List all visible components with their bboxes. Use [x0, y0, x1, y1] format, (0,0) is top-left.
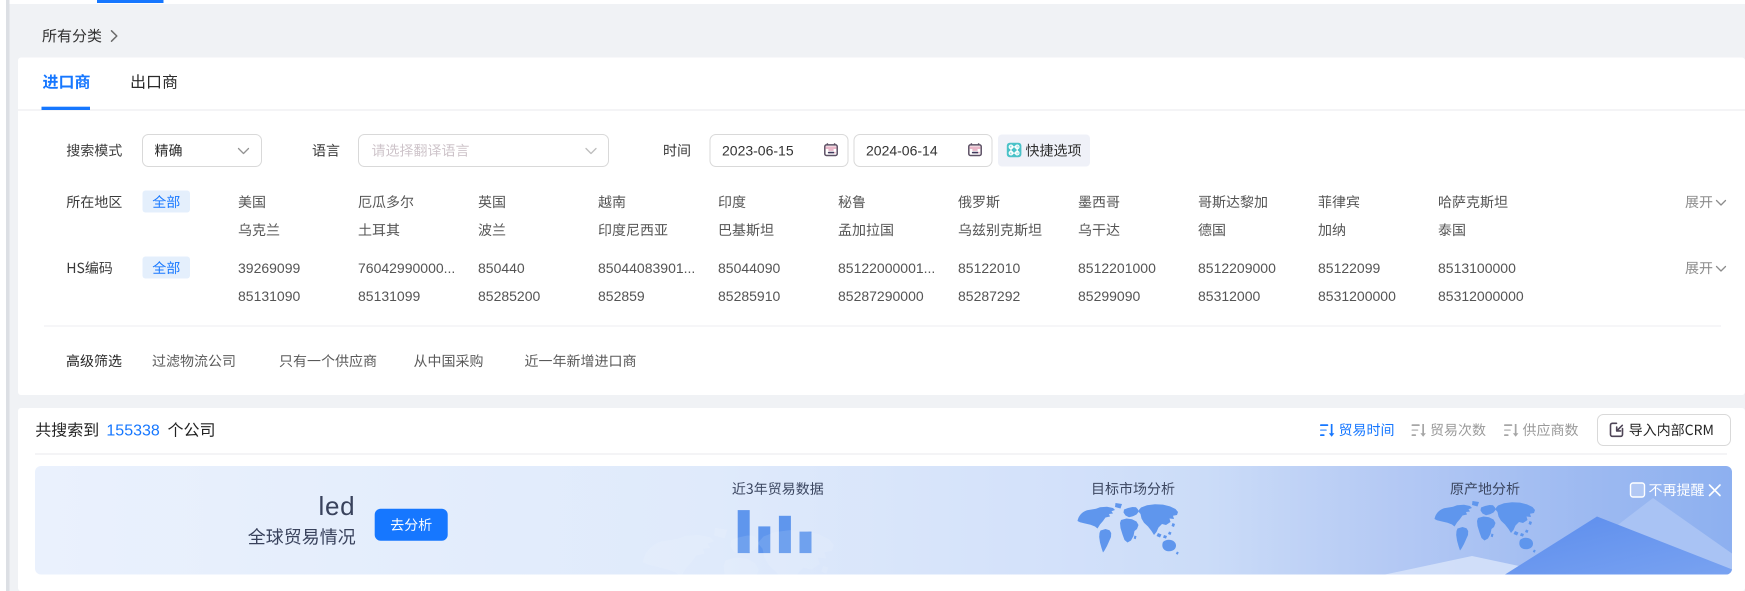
- svg-text:85299090: 85299090: [1078, 288, 1141, 304]
- svg-text:2024-06-14: 2024-06-14: [866, 142, 938, 158]
- svg-text:85122010: 85122010: [958, 260, 1021, 276]
- svg-text:850440: 850440: [478, 260, 525, 276]
- svg-text:85122000001...: 85122000001...: [838, 260, 935, 276]
- svg-text:led: led: [319, 491, 356, 521]
- svg-text:8512209000: 8512209000: [1198, 260, 1276, 276]
- svg-text:85131090: 85131090: [238, 288, 301, 304]
- svg-text:2023-06-15: 2023-06-15: [722, 142, 794, 158]
- svg-text:85312000000: 85312000000: [1438, 288, 1524, 304]
- svg-text:85044083901...: 85044083901...: [598, 260, 695, 276]
- svg-text:85285200: 85285200: [478, 288, 541, 304]
- svg-text:85122099: 85122099: [1318, 260, 1381, 276]
- svg-text:8512201000: 8512201000: [1078, 260, 1156, 276]
- svg-text:85285910: 85285910: [718, 288, 781, 304]
- svg-text:8531200000: 8531200000: [1318, 288, 1396, 304]
- svg-text:85312000: 85312000: [1198, 288, 1261, 304]
- svg-text:85287290000: 85287290000: [838, 288, 924, 304]
- svg-text:39269099: 39269099: [238, 260, 301, 276]
- svg-text:8513100000: 8513100000: [1438, 260, 1516, 276]
- svg-text:155338: 155338: [106, 423, 159, 440]
- svg-text:76042990000...: 76042990000...: [358, 260, 455, 276]
- svg-text:85044090: 85044090: [718, 260, 781, 276]
- svg-text:852859: 852859: [598, 288, 645, 304]
- svg-text:85287292: 85287292: [958, 288, 1021, 304]
- svg-text:85131099: 85131099: [358, 288, 421, 304]
